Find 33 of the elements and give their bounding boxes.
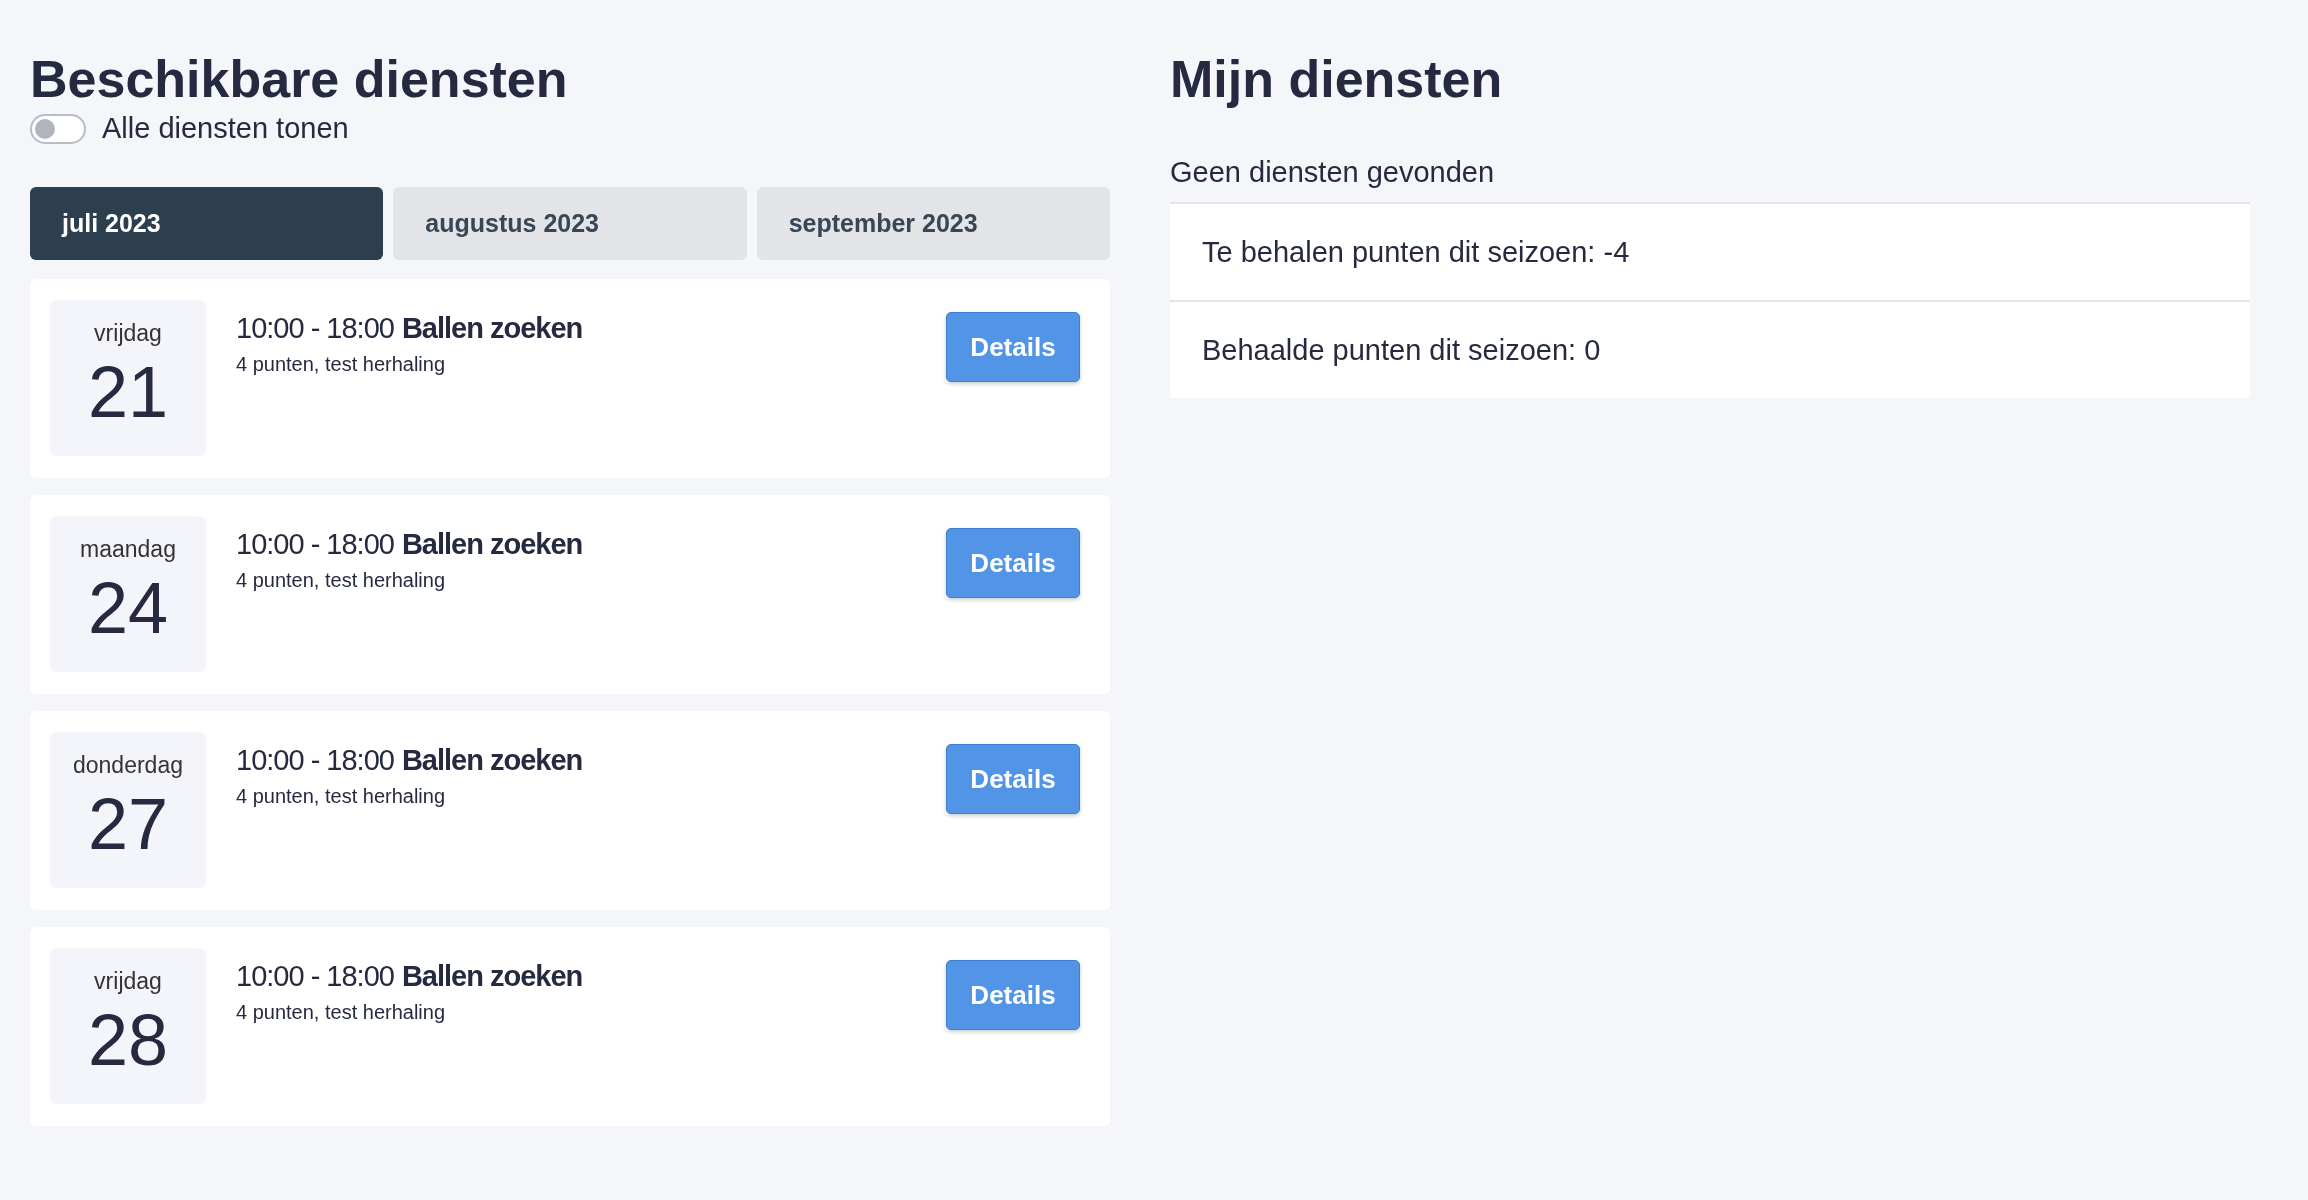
section-title: Mijn diensten xyxy=(1170,49,1504,110)
shift-description: 4 punten, test herhaling xyxy=(236,569,447,592)
details-button[interactable]: Details xyxy=(946,960,1080,1030)
day-number: 24 xyxy=(87,567,169,649)
details-button[interactable]: Details xyxy=(946,528,1080,598)
shift-time: 10:00 - 18:00 xyxy=(236,528,394,561)
shift-name: Ballen zoeken xyxy=(401,312,583,345)
details-button[interactable]: Details xyxy=(946,744,1080,814)
section-title: Beschikbare diensten xyxy=(30,49,569,110)
shift-description: 4 punten, test herhaling xyxy=(236,785,447,808)
shift-name: Ballen zoeken xyxy=(401,528,583,561)
shift-time: 10:00 - 18:00 xyxy=(236,312,394,345)
shift-time: 10:00 - 18:00 xyxy=(236,960,394,993)
shift-name: Ballen zoeken xyxy=(401,744,583,777)
day-number: 21 xyxy=(87,351,169,433)
shift-time: 10:00 - 18:00 xyxy=(236,744,394,777)
day-number: 28 xyxy=(87,999,169,1081)
day-number: 27 xyxy=(87,783,169,865)
weekday-label: vrijdag xyxy=(94,968,162,995)
details-button[interactable]: Details xyxy=(946,312,1080,382)
stat-item: Te behalen punten dit seizoen: -4 xyxy=(1170,204,2250,302)
month-tab[interactable]: augustus 2023 xyxy=(393,187,747,260)
toggle-switch[interactable] xyxy=(30,113,86,144)
stat-item: Behaalde punten dit seizoen: 0 xyxy=(1201,332,1602,368)
weekday-label: maandag xyxy=(80,536,176,563)
month-tab[interactable]: juli 2023 xyxy=(30,187,384,260)
weekday-label: vrijdag xyxy=(94,320,162,347)
month-tab[interactable]: september 2023 xyxy=(756,187,1110,260)
toggle-label: Alle diensten tonen xyxy=(102,112,349,145)
shift-name: Ballen zoeken xyxy=(401,960,583,993)
shift-description: 4 punten, test herhaling xyxy=(236,1001,447,1024)
weekday-label: donderdag xyxy=(73,752,183,779)
shift-description: 4 punten, test herhaling xyxy=(236,353,447,376)
